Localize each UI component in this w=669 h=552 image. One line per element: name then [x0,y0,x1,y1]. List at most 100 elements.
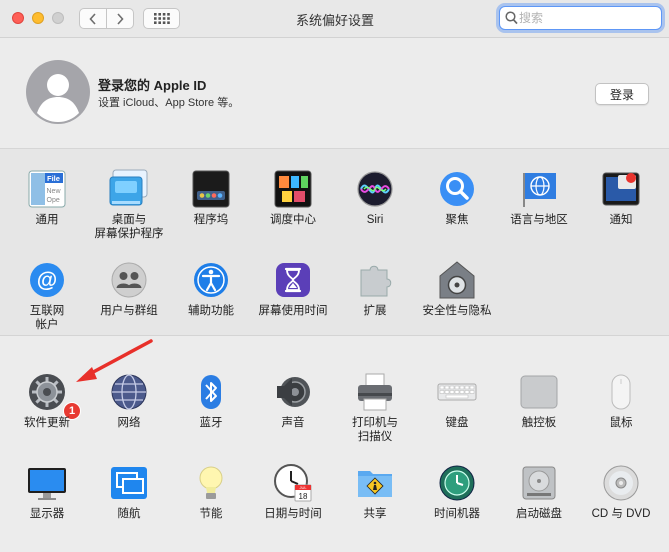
pane-users-groups[interactable]: 用户与群组 [88,260,170,340]
general-icon: File New Ope [28,170,66,208]
pane-label: 触控板 [521,417,557,429]
software-update-icon [29,374,65,410]
pane-sound[interactable]: 声音 [252,372,334,452]
pane-sidecar[interactable]: 随航 [88,463,170,543]
back-forward-control [79,8,134,29]
pane-internet-accounts[interactable]: @ 互联网 帐户 [6,260,88,340]
pane-time-machine[interactable]: 时间机器 [416,463,498,543]
chevron-left-icon [89,12,96,25]
show-all-button[interactable] [143,8,180,29]
pane-label: 调度中心 [270,214,316,226]
pane-extensions[interactable]: 扩展 [334,260,416,340]
sign-in-button[interactable]: 登录 [595,83,649,105]
pane-screen-time[interactable]: 屏幕使用时间 [252,260,334,340]
time-machine-icon [439,465,475,501]
security-privacy-icon [439,261,475,299]
spotlight-icon [440,172,474,206]
pane-label: 键盘 [445,417,469,429]
pane-label: CD 与 DVD [591,508,651,520]
pane-sharing[interactable]: 共享 [334,463,416,543]
avatar-icon [26,60,90,124]
pane-keyboard[interactable]: 键盘 [416,372,498,452]
close-window-button[interactable] [12,12,24,24]
pane-label: 网络 [117,417,141,429]
pane-label: 通用 [35,214,59,226]
search-icon [505,11,518,25]
siri-icon [357,171,393,207]
back-button[interactable] [80,9,106,28]
pane-printers-scanners[interactable]: 打印机与 扫描仪 [334,372,416,452]
pane-label: 通知 [609,214,633,226]
pane-label: 日期与时间 [264,508,322,520]
search-field[interactable] [499,6,662,30]
pane-cd-dvd[interactable]: CD 与 DVD [580,463,662,543]
pane-label: 时间机器 [434,508,480,520]
pane-label: 节能 [199,508,223,520]
pane-mission-control[interactable]: 调度中心 [252,169,334,249]
window-title: 系统偏好设置 [295,13,374,28]
general-icon-ope-text: Ope [47,197,60,204]
internet-accounts-icon: @ [30,263,64,297]
pane-language-region[interactable]: 语言与地区 [498,169,580,249]
energy-saver-icon [199,466,223,499]
pane-label: 随航 [117,508,141,520]
pane-label: Siri [366,214,384,226]
calendar-day-text: 18 [299,492,308,501]
pane-label: 声音 [281,417,305,429]
notifications-icon [602,172,640,206]
pane-startup-disk[interactable]: 启动磁盘 [498,463,580,543]
pane-label: 用户与群组 [100,305,158,317]
apple-id-title: 登录您的 Apple ID [98,78,207,93]
accessibility-icon [194,263,228,297]
calendar-month-text: JUL [299,485,307,490]
zoom-window-button[interactable] [52,12,64,24]
pane-date-time[interactable]: JUL 18 日期与时间 [252,463,334,543]
pane-label: 鼠标 [609,417,633,429]
general-icon-new-text: New [47,188,62,195]
pane-security-privacy[interactable]: 安全性与隐私 [416,260,498,340]
pane-label: 显示器 [29,508,65,520]
pane-label: 语言与地区 [510,214,568,226]
dock-icon [192,170,230,208]
pane-trackpad[interactable]: 触控板 [498,372,580,452]
trackpad-icon [520,375,558,409]
sharing-icon [358,471,392,497]
keyboard-icon [437,383,477,401]
bluetooth-icon [201,375,221,409]
pane-bluetooth[interactable]: 蓝牙 [170,372,252,452]
pane-displays[interactable]: 显示器 [6,463,88,543]
printers-scanners-icon [358,373,392,411]
extensions-icon [360,265,392,297]
forward-button[interactable] [106,9,133,28]
pane-label: 互联网 帐户 [29,305,65,331]
pane-siri[interactable]: Siri [334,169,416,249]
pane-dock[interactable]: 程序坞 [170,169,252,249]
pane-notifications[interactable]: 通知 [580,169,662,249]
apple-id-section: 登录您的 Apple ID 设置 iCloud、App Store 等。 登录 [0,38,669,149]
pane-label: 打印机与 扫描仪 [352,417,398,443]
pane-accessibility[interactable]: 辅助功能 [170,260,252,340]
language-region-icon [523,173,556,207]
pane-label: 共享 [363,508,387,520]
pane-label: 程序坞 [193,214,229,226]
pane-label: 软件更新 [24,417,70,429]
date-time-icon: JUL 18 [274,464,312,502]
cd-dvd-icon [603,465,639,501]
desktop-screensaver-icon [109,169,148,206]
grid-icon [153,13,170,24]
pane-label: 聚焦 [445,214,469,226]
title-bar: 系统偏好设置 [0,0,669,38]
pane-energy-saver[interactable]: 节能 [170,463,252,543]
pane-general[interactable]: File New Ope 通用 [6,169,88,249]
personal-preferences-section: File New Ope 通用 桌面与 屏幕保护程序 程序坞 调度中心 Siri… [0,149,669,336]
pane-mouse[interactable]: 鼠标 [580,372,662,452]
sound-icon [277,377,310,407]
apple-id-subtitle: 设置 iCloud、App Store 等。 [98,97,240,109]
pane-spotlight[interactable]: 聚焦 [416,169,498,249]
minimize-window-button[interactable] [32,12,44,24]
pane-desktop-screensaver[interactable]: 桌面与 屏幕保护程序 [88,169,170,249]
search-input[interactable] [519,9,654,27]
general-icon-file-text: File [47,174,60,183]
screen-time-icon [276,263,310,297]
pane-label: 蓝牙 [199,417,223,429]
